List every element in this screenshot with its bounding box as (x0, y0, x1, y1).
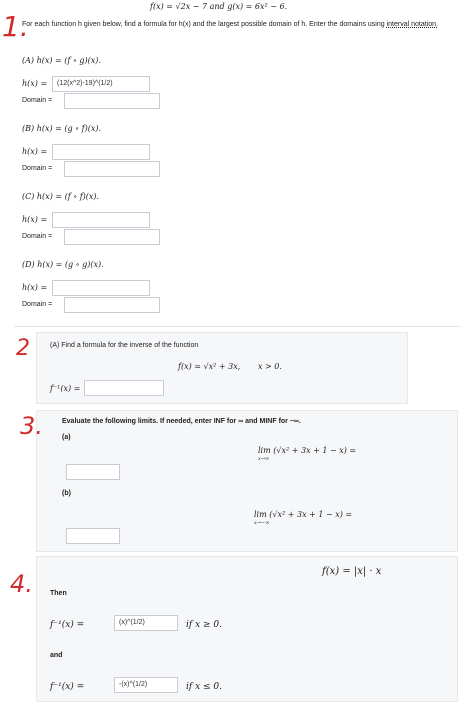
partA-domain-label: Domain = (22, 97, 53, 104)
handwritten-number-4: 4. (10, 570, 33, 598)
limitA-expression: lim (√x² + 3x + 1 − x) = (258, 446, 357, 455)
problem4-function: f(x) = |x| · x (322, 566, 382, 577)
partA-h-label: h(x) = (22, 79, 48, 88)
partD-h-label: h(x) = (22, 283, 48, 292)
limitB-expression: lim (√x² + 3x + 1 − x) = (254, 510, 353, 519)
problem2-title: (A) Find a formula for the inverse of th… (50, 342, 199, 349)
inv1-condition: if x ≥ 0. (186, 620, 222, 630)
partA-h-input[interactable]: (12(x^2)-19)^(1/2) (52, 76, 150, 92)
instructions-text: For each function h given below, find a … (22, 21, 385, 28)
divider-1 (14, 326, 461, 327)
handwritten-number-2: 2 (16, 336, 30, 361)
handwritten-number-3: 3. (20, 412, 43, 440)
partB-title: (B) h(x) = (g ∘ f)(x). (22, 124, 101, 133)
problem1-instructions: For each function h given below, find a … (22, 20, 452, 30)
limitB-sub: x→−∞ (254, 520, 270, 526)
partA-title: (A) h(x) = (f ∘ g)(x). (22, 56, 101, 65)
partD-title: (D) h(x) = (g ∘ g)(x). (22, 260, 104, 269)
interval-notation-link[interactable]: interval notation. (387, 21, 438, 28)
inverse-label: f⁻¹(x) = (50, 384, 81, 393)
partC-h-input[interactable] (52, 212, 150, 228)
problem3-instructions: Evaluate the following limits. If needed… (62, 418, 301, 425)
partB-domain-input[interactable] (64, 161, 160, 177)
inv2-label: f⁻¹(x) = (50, 682, 85, 692)
partC-domain-input[interactable] (64, 229, 160, 245)
partC-title: (C) h(x) = (f ∘ f)(x). (22, 192, 100, 201)
partD-domain-input[interactable] (64, 297, 160, 313)
partA-label: (a) (62, 434, 71, 441)
problem2-function: f(x) = √x² + 3x, (178, 362, 241, 371)
problem4-panel (36, 556, 458, 702)
inv1-input[interactable]: (x)^(1/2) (114, 615, 178, 631)
inverse-input[interactable] (84, 380, 164, 396)
partB-domain-label: Domain = (22, 165, 53, 172)
partB-h-label: h(x) = (22, 147, 48, 156)
inv2-input[interactable]: -(x)^(1/2) (114, 677, 178, 693)
partA-domain-input[interactable] (64, 93, 160, 109)
partD-h-input[interactable] (52, 280, 150, 296)
problem2-condition: x > 0. (258, 362, 282, 371)
partB-label: (b) (62, 490, 71, 497)
partC-h-label: h(x) = (22, 215, 48, 224)
inv2-condition: if x ≤ 0. (186, 682, 222, 692)
function-definitions: f(x) = √2x − 7 and g(x) = 6x² − 6. (150, 2, 288, 11)
limitA-input[interactable] (66, 464, 120, 480)
limitA-sub: x→∞ (258, 456, 270, 462)
partC-domain-label: Domain = (22, 233, 53, 240)
partD-domain-label: Domain = (22, 301, 53, 308)
inv1-label: f⁻¹(x) = (50, 620, 85, 630)
limitB-input[interactable] (66, 528, 120, 544)
partB-h-input[interactable] (52, 144, 150, 160)
and-label: and (50, 652, 63, 659)
then-label: Then (50, 590, 67, 597)
